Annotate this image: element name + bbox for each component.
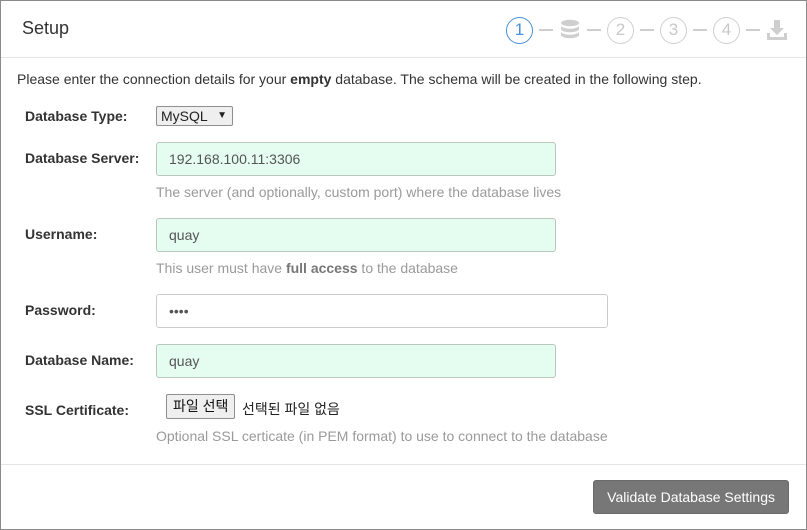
step-divider xyxy=(640,29,654,31)
setup-modal: Setup 1 2 3 4 Please enter the connectio… xyxy=(0,0,807,530)
validate-database-settings-button[interactable]: Validate Database Settings xyxy=(593,480,789,514)
caret-down-icon: ▼ xyxy=(217,110,227,121)
ssl-file-status: 선택된 파일 없음 xyxy=(242,401,340,417)
db-name-input[interactable]: quay xyxy=(156,344,556,378)
ssl-cert-help: Optional SSL certicate (in PEM format) t… xyxy=(156,428,608,444)
step-2: 2 xyxy=(607,16,634,44)
db-name-label: Database Name: xyxy=(25,352,134,368)
db-server-help: The server (and optionally, custom port)… xyxy=(156,184,562,200)
username-label: Username: xyxy=(25,226,98,242)
username-input[interactable]: quay xyxy=(156,218,556,252)
step-divider xyxy=(693,29,707,31)
password-input[interactable]: •••• xyxy=(156,294,608,328)
ssl-cert-label: SSL Certificate: xyxy=(25,402,129,418)
download-icon xyxy=(766,18,788,42)
username-help: This user must have full access to the d… xyxy=(156,260,458,276)
database-icon xyxy=(559,18,581,42)
step-divider xyxy=(746,29,760,31)
step-indicator: 1 2 3 4 xyxy=(506,15,788,45)
step-3: 3 xyxy=(660,16,687,44)
password-label: Password: xyxy=(25,302,96,318)
step-4: 4 xyxy=(713,16,740,44)
step-divider xyxy=(539,29,553,31)
page-title: Setup xyxy=(22,18,70,38)
ssl-file-button[interactable]: 파일 선택 xyxy=(166,394,236,419)
db-server-label: Database Server: xyxy=(25,150,140,166)
modal-header: Setup 1 2 3 4 xyxy=(1,1,806,58)
footer-divider xyxy=(1,464,806,465)
db-server-input[interactable]: 192.168.100.11:3306 xyxy=(156,142,556,176)
step-1: 1 xyxy=(506,16,533,44)
db-type-select[interactable]: MySQL ▼ xyxy=(156,106,233,126)
step-divider xyxy=(587,29,601,31)
db-type-label: Database Type: xyxy=(25,108,128,124)
intro-text: Please enter the connection details for … xyxy=(17,71,702,87)
